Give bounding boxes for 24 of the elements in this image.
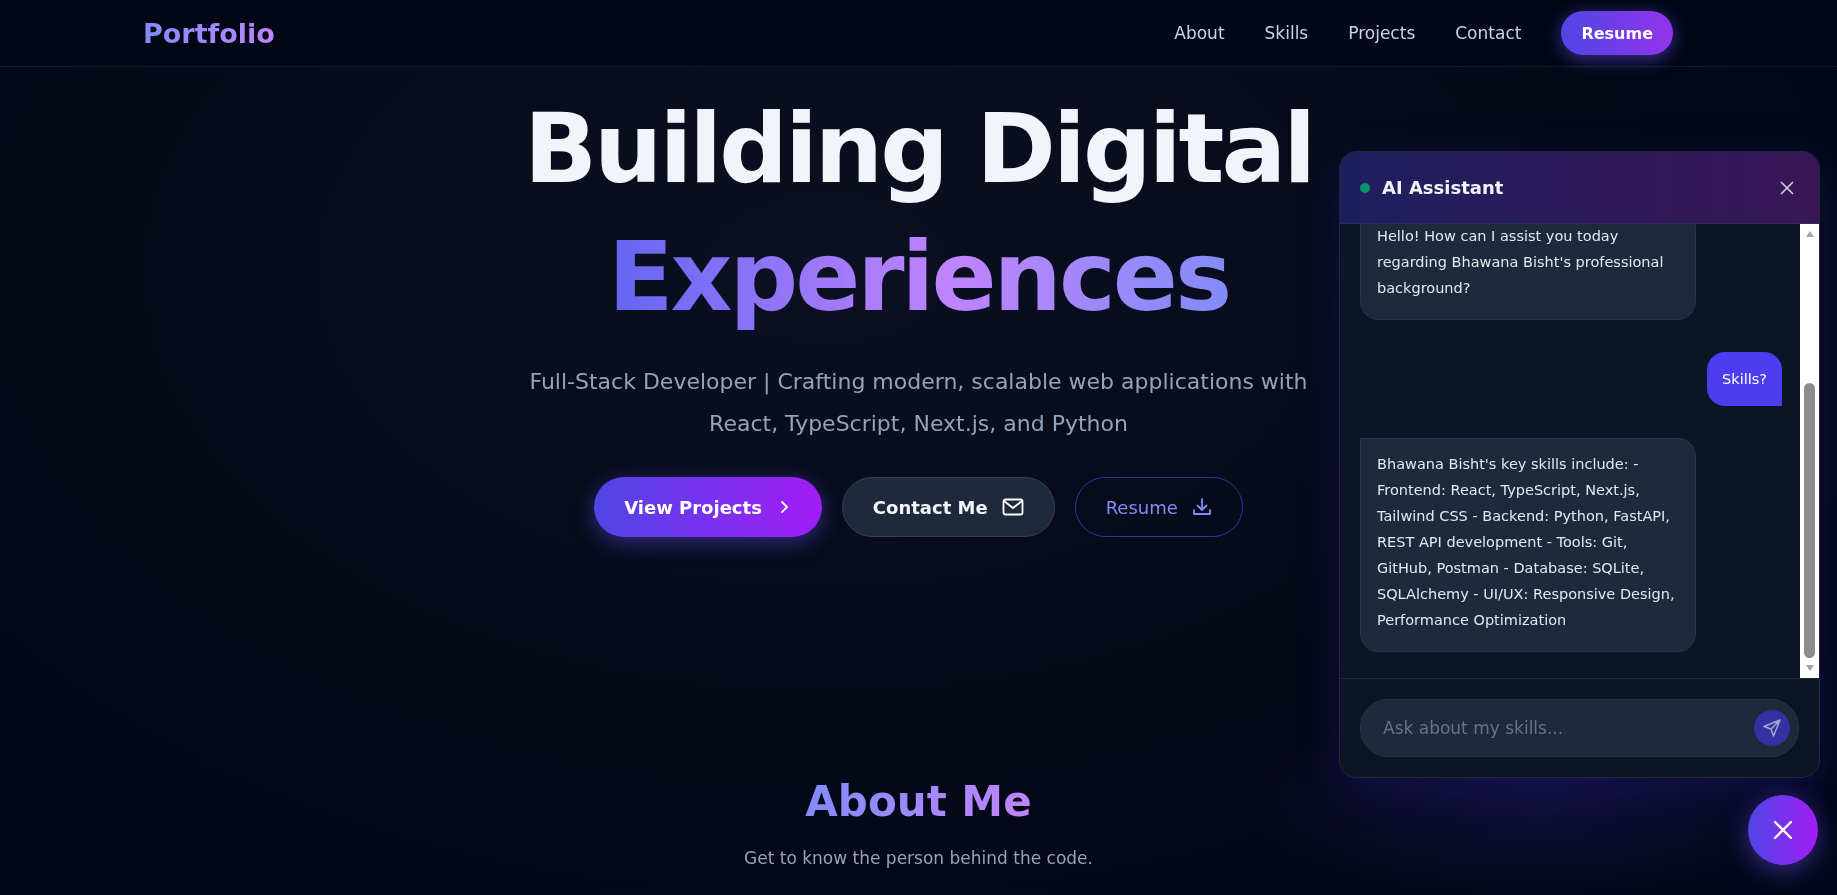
chat-title: AI Assistant	[1382, 177, 1505, 198]
assistant-message: Bhawana Bisht's key skills include: - Frontend: React, TypeScript, Next.js, Tailwind CSS - Backend: Python, FastAPI, REST API development - Tools: Git, GitHub, Postman - Database: SQLite, SQLAlchemy - UI/UX: Responsive Design, Performance Optimization	[1360, 438, 1696, 652]
chat-input-field[interactable]: Ask about my skills...	[1381, 717, 1754, 739]
nav-link[interactable]: Projects	[1348, 23, 1416, 43]
hero-subtitle: Full-Stack Developer | Crafting modern, scalable web applications with React, TypeScript, Next.js, and Python	[528, 368, 1309, 438]
assistant-message: Hello! How can I assist you today regarding Bhawana Bisht's professional background?	[1360, 224, 1696, 320]
hero-title: Building Digital	[523, 92, 1314, 207]
send-button[interactable]	[1754, 710, 1790, 746]
user-message: Skills?	[1707, 352, 1782, 406]
mail-icon	[1001, 498, 1024, 516]
contact-button[interactable]: Contact Me	[841, 477, 1055, 537]
nav-link[interactable]: Skills	[1264, 23, 1309, 43]
close-icon	[1772, 819, 1794, 841]
chat-toggle-button[interactable]	[1748, 795, 1818, 865]
chat-input-bar[interactable]: Ask about my skills...	[1360, 699, 1799, 757]
download-icon	[1191, 497, 1212, 517]
send-icon	[1762, 718, 1782, 738]
resume-button[interactable]: Resume	[1561, 11, 1673, 55]
nav-link[interactable]: About	[1174, 23, 1225, 43]
section-subtitle: Get to know the person behind the code.	[744, 848, 1093, 868]
scrollbar-thumb[interactable]	[1804, 383, 1815, 658]
view-projects-button[interactable]: View Projects	[594, 477, 822, 537]
close-icon	[1779, 179, 1795, 196]
nav-link[interactable]: Contact	[1455, 23, 1522, 43]
